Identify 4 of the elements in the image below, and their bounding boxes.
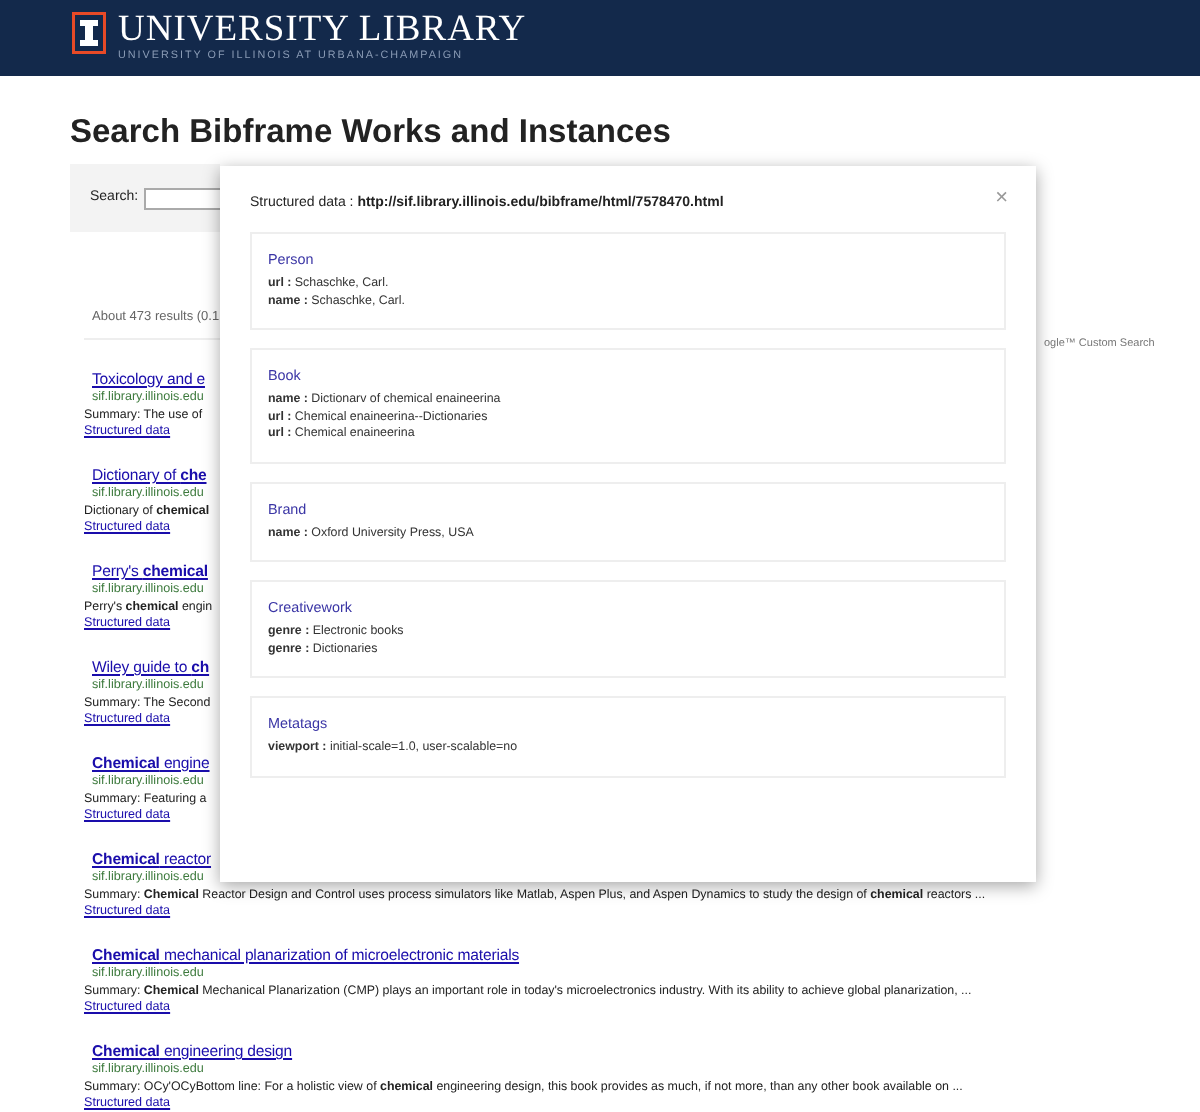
logo-icon xyxy=(72,12,106,54)
page-title: Search Bibframe Works and Instances xyxy=(70,112,673,152)
site-title[interactable]: UNIVERSITY LIBRARY xyxy=(118,12,527,50)
search-field[interactable] xyxy=(144,187,225,209)
